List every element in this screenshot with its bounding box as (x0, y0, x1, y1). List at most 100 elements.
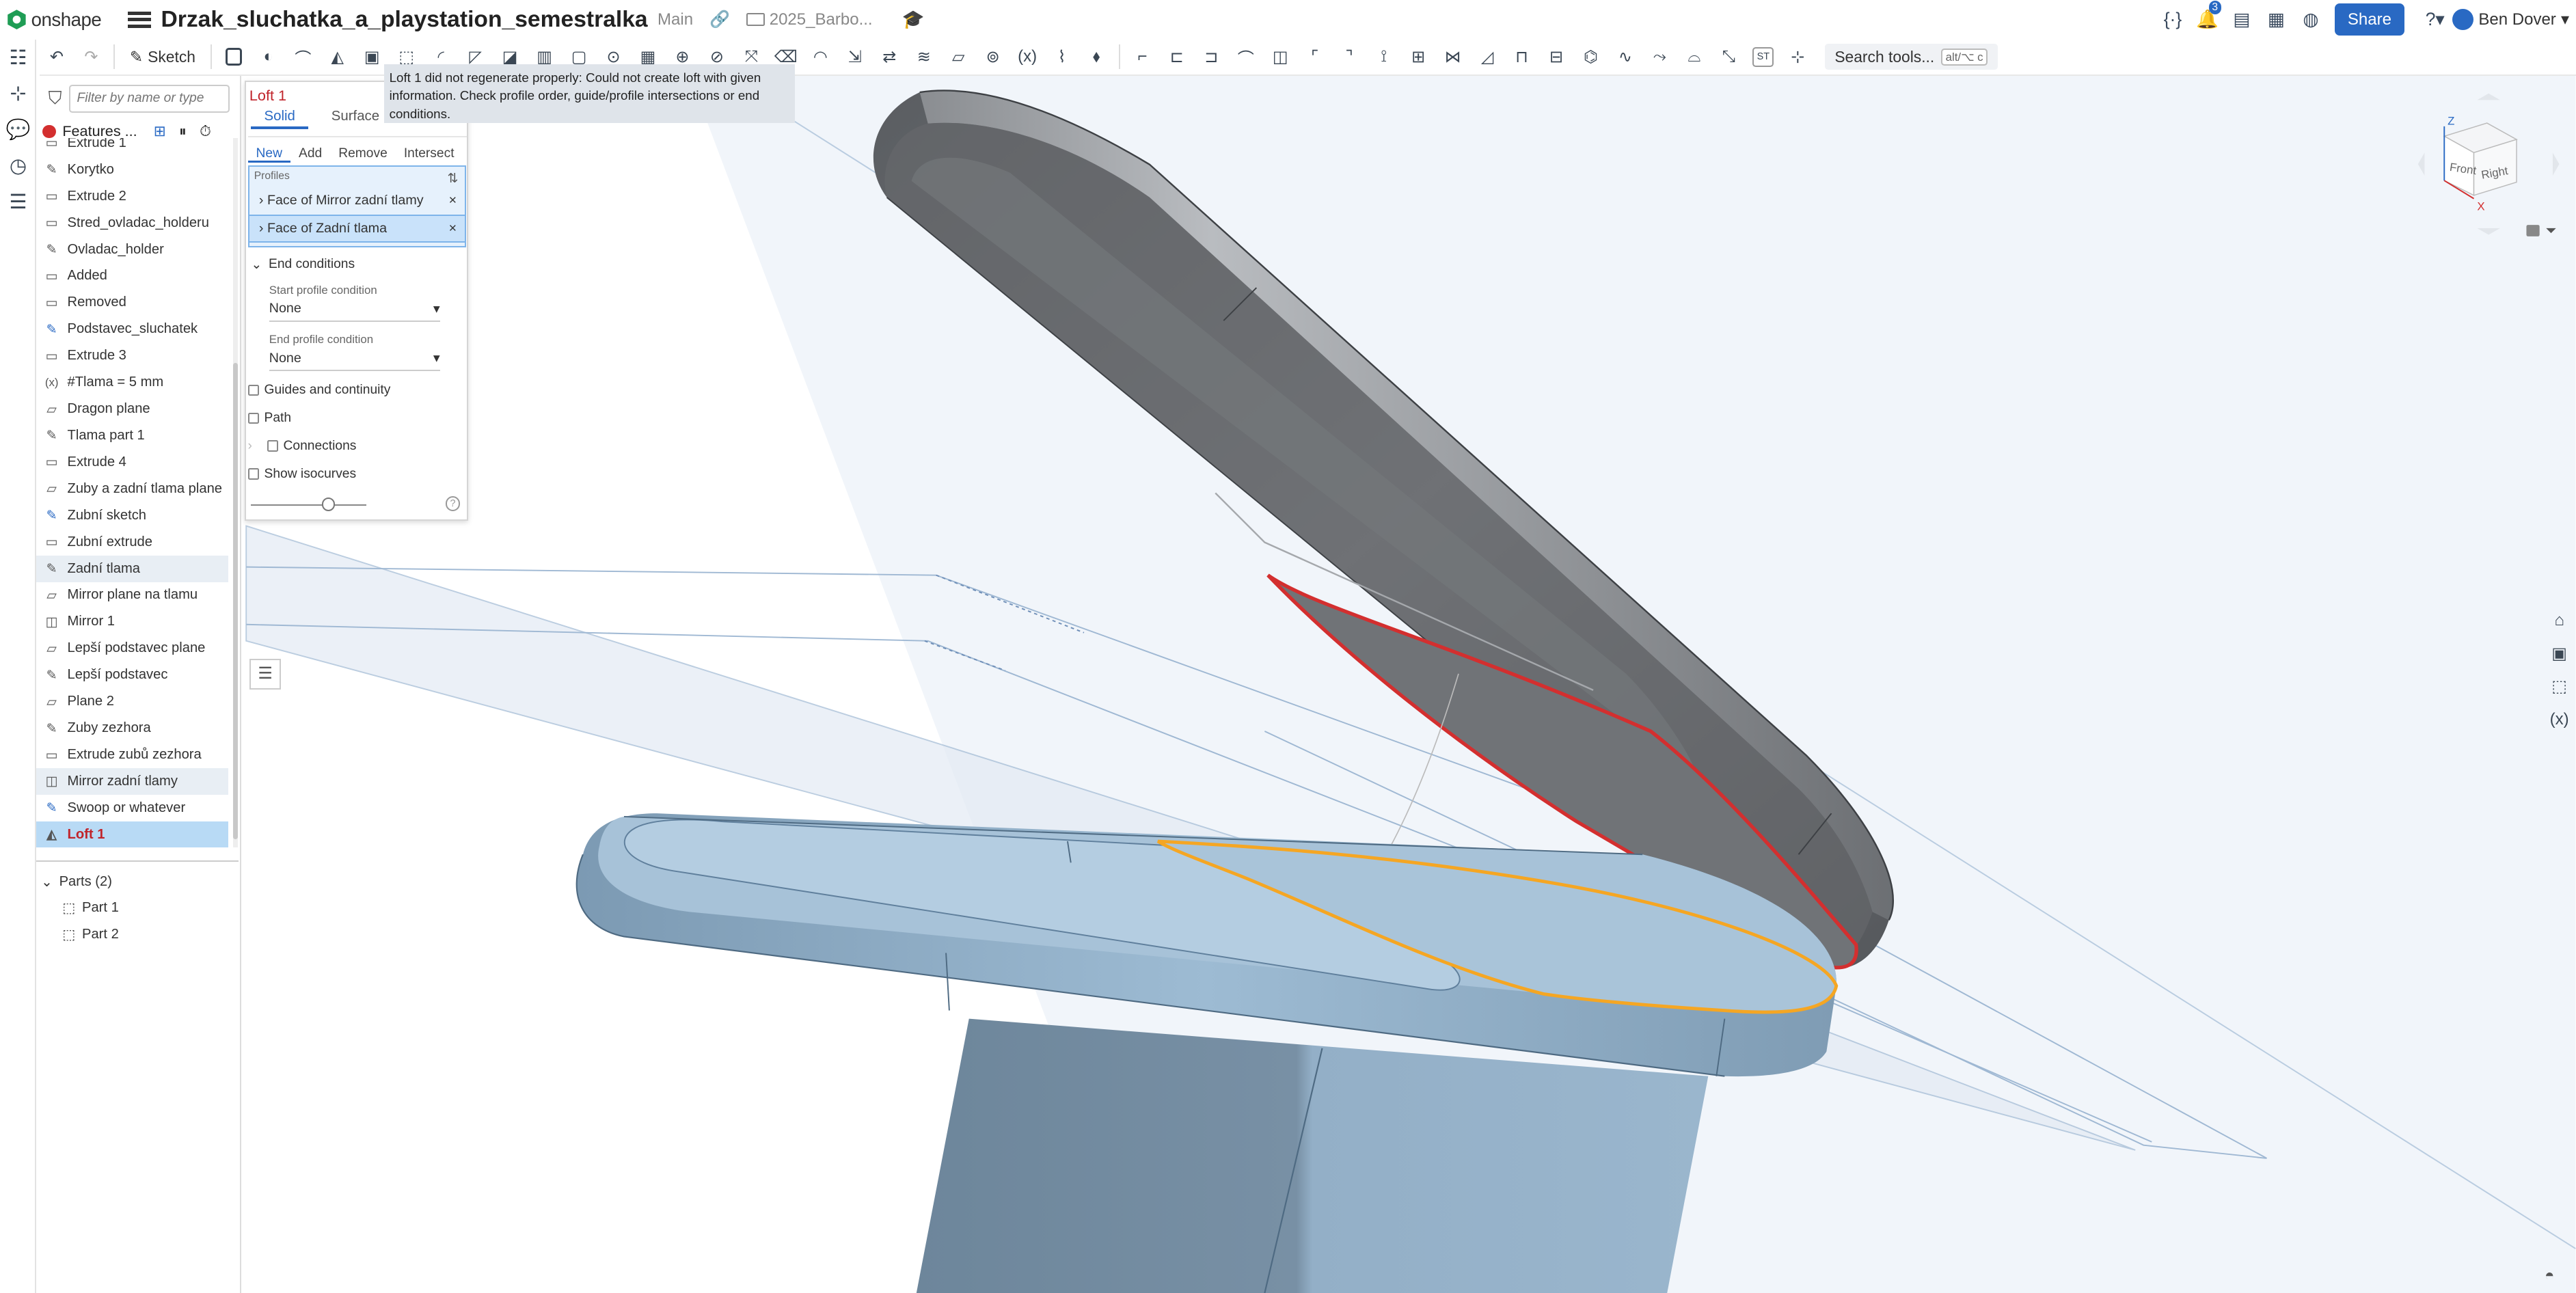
feature-item[interactable]: ▱ Zuby a zadní tlama plane (36, 476, 228, 502)
parts-header[interactable]: ⌄ Parts (2) (36, 869, 239, 895)
undo-icon[interactable]: ↶ (40, 44, 74, 70)
feature-item[interactable]: ▱ Mirror plane na tlamu (36, 582, 228, 609)
form-icon[interactable]: ◫ (1263, 44, 1297, 70)
feature-item[interactable]: ▭ Extrude 2 (36, 183, 228, 210)
share-button[interactable]: Share (2334, 3, 2405, 36)
connections-checkbox-row[interactable]: › Connections (246, 432, 467, 460)
end-conditions-section[interactable]: ⌄ End conditions (246, 250, 467, 278)
extrude-tool-icon[interactable] (217, 44, 251, 70)
feature-list-scroll-thumb[interactable] (233, 363, 239, 840)
path-checkbox-row[interactable]: Path (246, 404, 467, 432)
view-cube-arrow-up-icon[interactable] (2477, 93, 2501, 100)
replace-face-icon[interactable]: ⇄ (872, 44, 906, 70)
tag-icon[interactable]: ⬧ (1079, 44, 1113, 70)
move-face-icon[interactable]: ⇲ (838, 44, 872, 70)
close-icon[interactable]: × (449, 221, 457, 236)
onshape-logo[interactable]: onshape (7, 9, 109, 31)
feature-item[interactable]: ✎ Tlama part 1 (36, 422, 228, 449)
feature-item[interactable]: ▭ Extrude 1 (36, 138, 228, 156)
code-braces-icon[interactable]: {·} (2156, 9, 2190, 30)
cut-list-icon[interactable]: ⊟ (1539, 44, 1573, 70)
main-menu-icon[interactable] (128, 8, 152, 31)
loft-tool-icon[interactable]: ◭ (321, 44, 355, 70)
feature-item[interactable]: ✎ Podstavec_sluchatek (36, 316, 228, 342)
guides-checkbox-row[interactable]: Guides and continuity (246, 377, 467, 405)
slider-handle[interactable] (321, 498, 335, 511)
tab-surface[interactable]: Surface (318, 107, 393, 130)
tab-solid[interactable]: Solid (251, 107, 309, 130)
feature-item[interactable]: ✎ Zadní tlama (36, 555, 229, 582)
offset-surface-icon[interactable]: ≋ (907, 44, 941, 70)
revolve-tool-icon[interactable]: ◐ (252, 44, 286, 70)
view-cube-menu-icon[interactable] (2526, 225, 2556, 237)
start-condition-select[interactable]: None ▾ (269, 297, 440, 322)
filter-icon[interactable]: ⛉ (41, 87, 69, 109)
graphics-settings-icon[interactable]: ◓ (2545, 1266, 2555, 1285)
view-cube[interactable]: Front Right Z X (2415, 90, 2562, 238)
st-icon[interactable]: ST (1752, 46, 1774, 67)
op-add[interactable]: Add (290, 144, 330, 163)
profile-item[interactable]: › Face of Mirror zadní tlamy × (249, 187, 465, 215)
feature-item[interactable]: (x) #Tlama = 5 mm (36, 369, 228, 396)
feature-item[interactable]: ▭ Removed (36, 289, 228, 316)
bridge-curve-icon[interactable]: ⌓ (1677, 44, 1711, 70)
op-new[interactable]: New (247, 144, 290, 163)
graphics-area[interactable] (241, 75, 2576, 1293)
trim-icon[interactable]: ⋈ (1435, 44, 1469, 70)
plane-tool-icon[interactable]: ▱ (941, 44, 975, 70)
feature-item[interactable]: ◫ Mirror zadní tlamy (36, 767, 229, 795)
feature-list-toggle-icon[interactable]: ☰ (249, 658, 281, 690)
render-mode-icon[interactable]: ⌂ (2543, 604, 2576, 637)
release-list-icon[interactable]: ▤ (2225, 9, 2259, 30)
isocurves-checkbox[interactable] (247, 468, 260, 480)
corner-icon[interactable]: ⌜ (1297, 44, 1331, 70)
bend-icon[interactable]: ⌒ (1229, 44, 1263, 70)
branch-label[interactable]: Main (657, 10, 693, 29)
op-intersect[interactable]: Intersect (396, 144, 463, 163)
redo-icon[interactable]: ↷ (74, 44, 108, 70)
feature-item[interactable]: ✎ Swoop or whatever (36, 795, 228, 821)
flange-icon[interactable]: ⊏ (1160, 44, 1194, 70)
filter-input[interactable] (68, 84, 230, 113)
variable-icon[interactable]: (x) (1010, 44, 1044, 70)
part-item[interactable]: ⬚ Part 2 (36, 921, 239, 947)
user-menu[interactable]: Ben Dover ▾ (2452, 9, 2569, 31)
feature-item[interactable]: ▱ Dragon plane (36, 396, 228, 422)
close-icon[interactable]: × (449, 193, 457, 208)
feature-item[interactable]: ◫ Mirror 1 (36, 608, 228, 635)
guides-checkbox[interactable] (247, 384, 260, 396)
feature-item[interactable]: ▱ Lepší podstavec plane (36, 635, 228, 662)
end-condition-select[interactable]: None ▾ (269, 346, 440, 372)
feature-item[interactable]: ▭ Stred_ovladac_holderu (36, 210, 228, 236)
notifications-bell-icon[interactable]: 🔔 3 (2190, 1, 2224, 30)
feature-item[interactable]: ✎ Zubní sketch (36, 502, 228, 529)
feature-item[interactable]: ▱ Plane 2 (36, 688, 228, 715)
sketch-button[interactable]: ✎ Sketch (130, 48, 195, 66)
feature-item[interactable]: ▭ Extrude 3 (36, 342, 228, 369)
appearance-icon[interactable]: ▣ (2543, 638, 2576, 670)
link-icon[interactable]: 🔗 (709, 10, 730, 29)
sheet-metal-icon[interactable]: ⌐ (1125, 44, 1159, 70)
sweep-tool-icon[interactable]: ⌒ (286, 44, 320, 70)
parts-panel-icon[interactable]: ⬚ (2543, 670, 2576, 703)
search-tools-input[interactable]: Search tools... alt/⌥ c (1824, 43, 1998, 70)
feature-item[interactable]: ▭ Extrude zubů zezhora (36, 741, 228, 768)
feature-list-icon[interactable]: ☷ (0, 40, 36, 76)
feature-item[interactable]: ✎ Lepší podstavec (36, 662, 228, 688)
feature-item[interactable]: ✎ Ovladac_holder (36, 236, 228, 263)
view-cube-arrow-right-icon[interactable] (2553, 152, 2560, 176)
feature-item[interactable]: ▭ Extrude 4 (36, 449, 228, 476)
feature-item-selected[interactable]: ◭ Loft 1 (36, 821, 229, 848)
helix-icon[interactable]: ⌇ (1044, 44, 1079, 70)
help-icon[interactable]: ?▾ (2417, 9, 2452, 30)
connections-checkbox[interactable] (267, 440, 279, 452)
bom-icon[interactable]: ☰ (0, 184, 36, 220)
learning-icon[interactable]: ◍ (2294, 9, 2328, 30)
project-curve-icon[interactable]: ⤳ (1642, 44, 1677, 70)
frame-icon[interactable]: ⊞ (1401, 44, 1435, 70)
isocurves-checkbox-row[interactable]: Show isocurves (246, 460, 467, 488)
view-cube-arrow-down-icon[interactable] (2477, 228, 2501, 235)
preview-slider[interactable]: ? (246, 493, 467, 516)
modify-fillet-icon[interactable]: ◠ (803, 44, 837, 70)
profile-item[interactable]: › Face of Zadní tlama × (249, 215, 465, 243)
